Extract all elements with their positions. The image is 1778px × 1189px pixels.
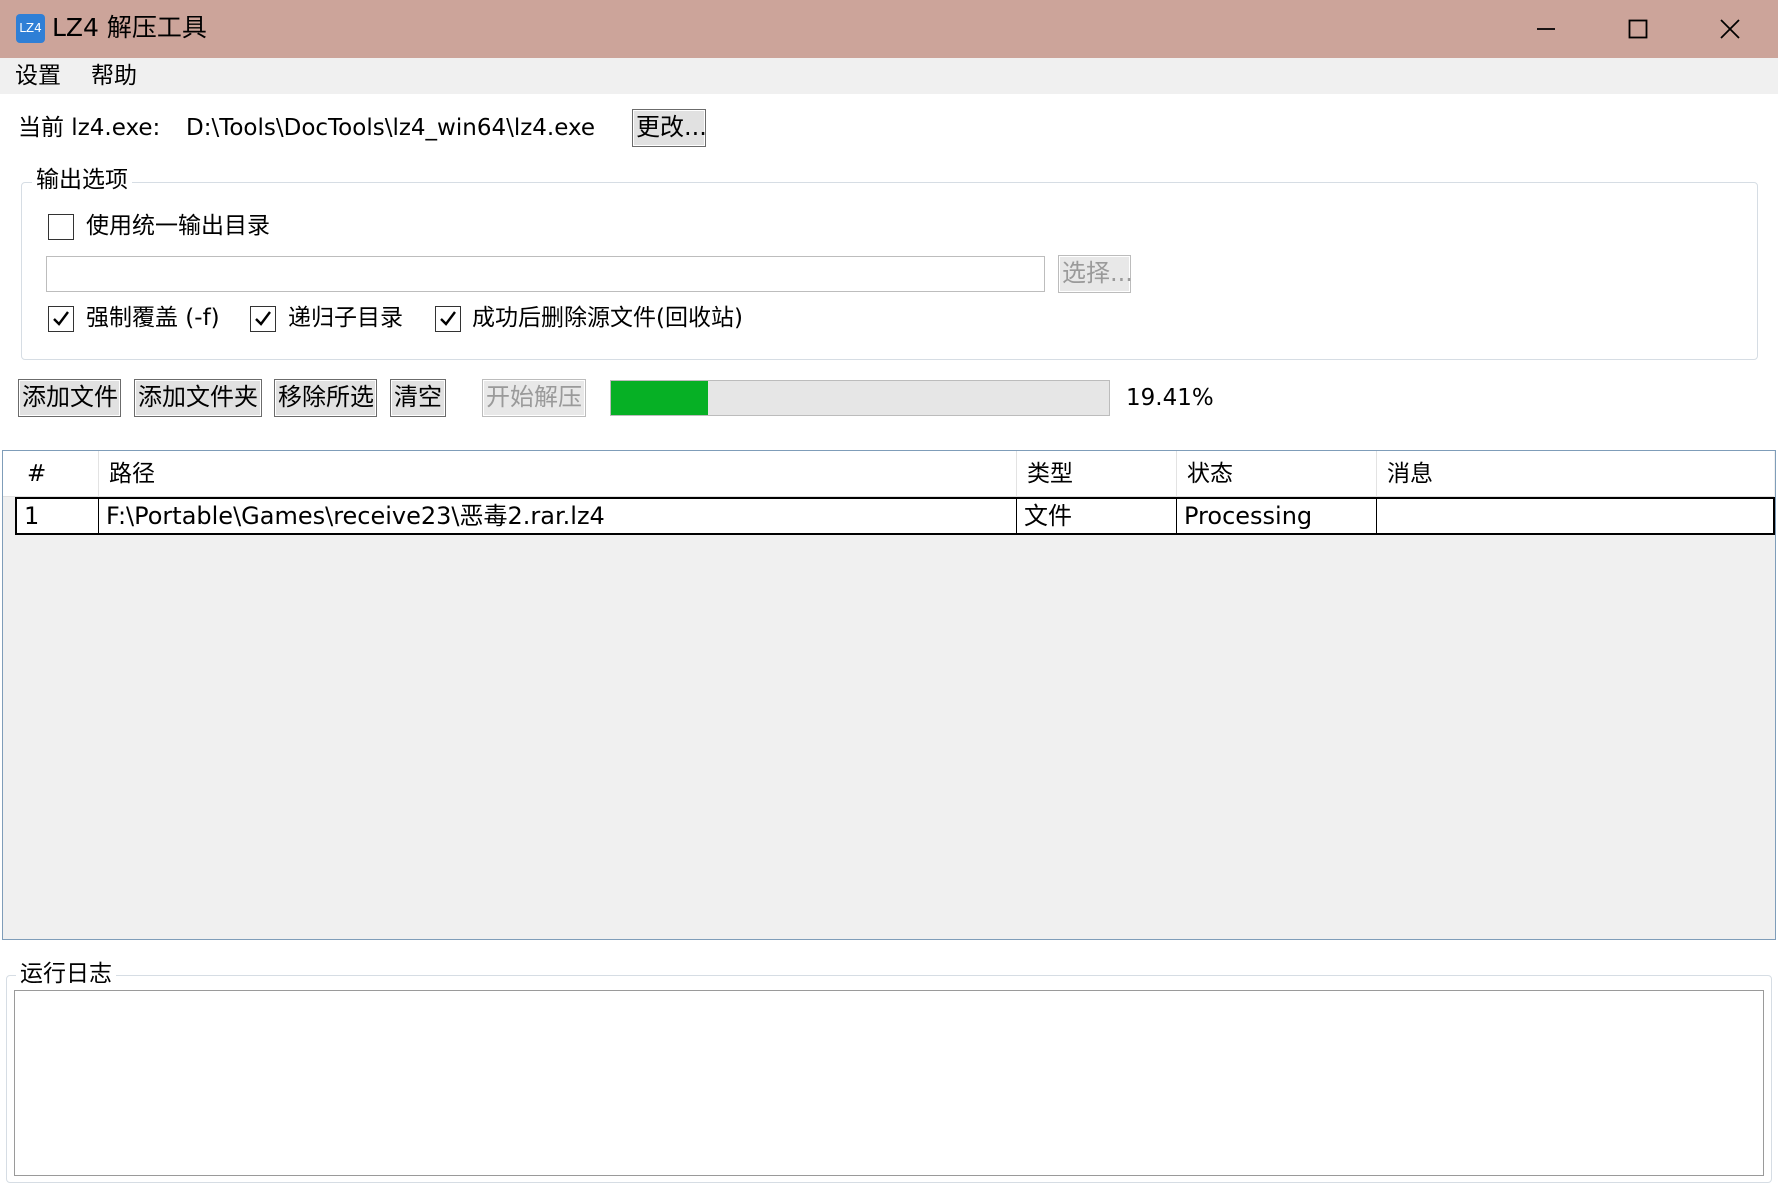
progress-fill <box>611 381 708 415</box>
maximize-button[interactable] <box>1592 0 1684 58</box>
window-title: LZ4 解压工具 <box>52 13 207 42</box>
recursive-checkbox[interactable] <box>250 306 276 332</box>
row-status: Processing <box>1177 499 1377 533</box>
close-button[interactable] <box>1684 0 1776 58</box>
menu-settings[interactable]: 设置 <box>15 60 61 92</box>
choose-dir-button[interactable]: 选择... <box>1058 255 1133 293</box>
file-list-header: # 路径 类型 状态 消息 <box>3 451 1774 497</box>
minimize-icon <box>1537 28 1555 30</box>
output-options-caption: 输出选项 <box>32 166 132 194</box>
row-path: F:\Portable\Games\receive23\恶毒2.rar.lz4 <box>99 499 1017 533</box>
close-icon <box>1720 19 1740 39</box>
add-folder-button[interactable]: 添加文件夹 <box>134 379 262 417</box>
start-extract-button[interactable]: 开始解压 <box>482 379 586 417</box>
exe-label: 当前 lz4.exe: <box>18 115 161 141</box>
row-type: 文件 <box>1017 499 1177 533</box>
delete-source-label: 成功后删除源文件(回收站) <box>472 305 743 331</box>
progress-percent: 19.41% <box>1126 385 1214 411</box>
add-file-button[interactable]: 添加文件 <box>18 379 121 417</box>
output-dir-input[interactable] <box>46 256 1045 292</box>
column-status[interactable]: 状态 <box>1177 451 1377 497</box>
force-overwrite-checkbox[interactable] <box>48 306 74 332</box>
checkmark-icon <box>440 311 456 326</box>
log-textbox[interactable] <box>14 990 1764 1176</box>
exe-path: D:\Tools\DocTools\lz4_win64\lz4.exe <box>186 115 596 141</box>
recursive-label: 递归子目录 <box>288 305 403 331</box>
log-caption: 运行日志 <box>16 960 116 988</box>
checkmark-icon <box>255 311 271 326</box>
minimize-button[interactable] <box>1500 0 1592 58</box>
title-bar[interactable]: LZ4 LZ4 解压工具 <box>0 0 1778 58</box>
checkmark-icon <box>53 311 69 326</box>
column-path[interactable]: 路径 <box>99 451 1017 497</box>
row-index: 1 <box>17 499 99 533</box>
progress-bar <box>610 380 1110 416</box>
delete-source-checkbox[interactable] <box>435 306 461 332</box>
unified-dir-label: 使用统一输出目录 <box>86 213 270 239</box>
file-list[interactable]: # 路径 类型 状态 消息 1 F:\Portable\Games\receiv… <box>2 450 1776 940</box>
menu-bar: 设置 帮助 <box>0 58 1778 94</box>
unified-dir-checkbox[interactable] <box>48 214 74 240</box>
table-row[interactable]: 1 F:\Portable\Games\receive23\恶毒2.rar.lz… <box>15 497 1775 535</box>
maximize-icon <box>1628 19 1648 39</box>
column-index[interactable]: # <box>17 451 99 497</box>
remove-selected-button[interactable]: 移除所选 <box>274 379 377 417</box>
force-overwrite-label: 强制覆盖 (-f) <box>86 305 220 331</box>
menu-help[interactable]: 帮助 <box>91 60 137 92</box>
app-icon: LZ4 <box>16 14 45 43</box>
clear-button[interactable]: 清空 <box>390 379 446 417</box>
row-message <box>1377 499 1773 533</box>
change-exe-button[interactable]: 更改... <box>632 109 707 147</box>
column-type[interactable]: 类型 <box>1017 451 1177 497</box>
column-message[interactable]: 消息 <box>1377 451 1774 497</box>
